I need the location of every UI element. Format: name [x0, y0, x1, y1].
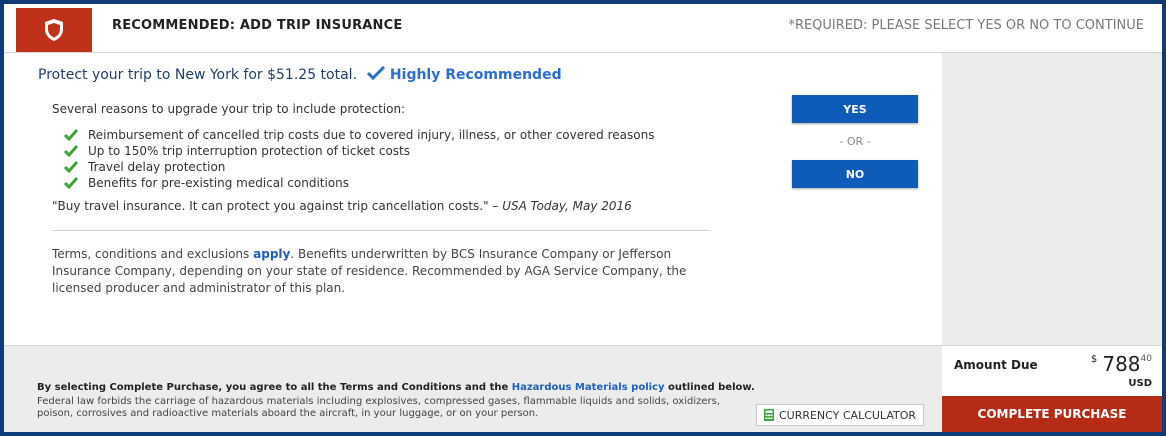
- insurance-header: RECOMMENDED: ADD TRIP INSURANCE *REQUIRE…: [4, 4, 1162, 53]
- checkmark-icon: [64, 145, 78, 157]
- currency-symbol: $: [1090, 354, 1098, 365]
- checkmark-icon: [367, 65, 386, 81]
- list-item: Up to 150% trip interruption protection …: [64, 143, 654, 159]
- terms-apply-link[interactable]: apply: [253, 247, 290, 261]
- amount-due-label: Amount Due: [954, 358, 1038, 372]
- currency-code: USD: [1128, 378, 1152, 389]
- yes-button[interactable]: YES: [792, 95, 918, 123]
- amount-dollars: 788: [1102, 352, 1141, 376]
- divider: [52, 230, 710, 231]
- amount-cents: 40: [1140, 354, 1152, 364]
- terms-text: Terms, conditions and exclusions apply. …: [52, 246, 732, 297]
- list-item: Reimbursement of cancelled trip costs du…: [64, 127, 654, 143]
- required-note: *REQUIRED: PLEASE SELECT YES OR NO TO CO…: [788, 18, 1144, 33]
- calculator-icon: [763, 409, 774, 421]
- quote-text: "Buy travel insurance. It can protect yo…: [52, 199, 499, 213]
- checkmark-icon: [64, 129, 78, 141]
- reasons-intro: Several reasons to upgrade your trip to …: [52, 102, 406, 116]
- shield-icon: [45, 19, 63, 41]
- amount-due-value: $ 78840: [1091, 352, 1152, 376]
- agreement-intro: By selecting Complete Purchase, you agre…: [37, 382, 509, 393]
- currency-calculator-button[interactable]: CURRENCY CALCULATOR: [756, 404, 924, 426]
- terms-intro: Terms, conditions and exclusions: [52, 247, 250, 261]
- shield-badge: [16, 8, 92, 52]
- benefit-text: Benefits for pre-existing medical condit…: [88, 176, 350, 190]
- recommendation-label: Highly Recommended: [389, 67, 562, 83]
- purchase-footer: By selecting Complete Purchase, you agre…: [4, 345, 942, 432]
- checkmark-icon: [64, 161, 78, 173]
- hazardous-law-text: Federal law forbids the carriage of haza…: [37, 396, 721, 419]
- benefit-text: Reimbursement of cancelled trip costs du…: [88, 128, 655, 142]
- protect-line: Protect your trip to New York for $51.25…: [38, 65, 562, 83]
- summary-rail: [942, 53, 1162, 345]
- protect-text: Protect your trip to New York for $51.25…: [38, 67, 358, 83]
- calculator-label: CURRENCY CALCULATOR: [778, 408, 917, 422]
- benefits-list: Reimbursement of cancelled trip costs du…: [64, 127, 654, 191]
- or-separator: - OR -: [839, 135, 871, 148]
- quote-source: USA Today, May 2016: [502, 199, 632, 213]
- benefit-text: Up to 150% trip interruption protection …: [88, 144, 411, 158]
- list-item: Benefits for pre-existing medical condit…: [64, 175, 654, 191]
- agreement-outro: outlined below.: [667, 382, 755, 393]
- header-title: RECOMMENDED: ADD TRIP INSURANCE: [112, 18, 403, 33]
- checkmark-icon: [64, 177, 78, 189]
- amount-panel: Amount Due $ 78840 USD COMPLETE PURCHASE: [942, 345, 1162, 432]
- trip-insurance-panel: RECOMMENDED: ADD TRIP INSURANCE *REQUIRE…: [4, 4, 1162, 432]
- testimonial-quote: "Buy travel insurance. It can protect yo…: [52, 199, 632, 213]
- offer-section: Protect your trip to New York for $51.25…: [4, 53, 942, 345]
- complete-purchase-button[interactable]: COMPLETE PURCHASE: [942, 396, 1162, 432]
- hazardous-materials-link[interactable]: Hazardous Materials policy: [512, 382, 665, 393]
- list-item: Travel delay protection: [64, 159, 654, 175]
- no-button[interactable]: NO: [792, 160, 918, 188]
- benefit-text: Travel delay protection: [88, 160, 226, 174]
- agreement-text: By selecting Complete Purchase, you agre…: [37, 382, 755, 393]
